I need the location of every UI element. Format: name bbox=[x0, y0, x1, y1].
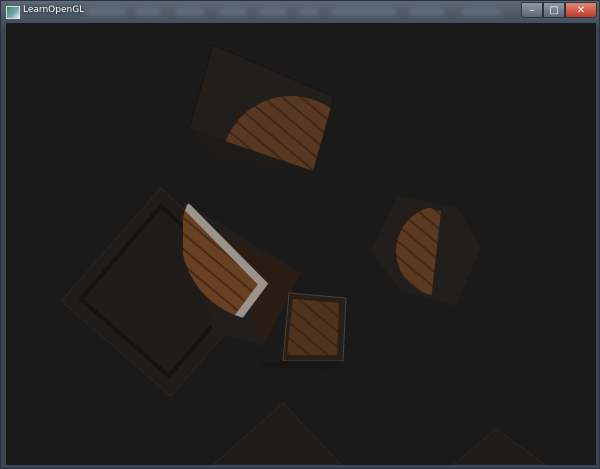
blurred-menu-item bbox=[219, 9, 247, 15]
close-button[interactable]: ✕ bbox=[565, 2, 597, 18]
blurred-menu-item bbox=[331, 9, 396, 15]
opengl-viewport[interactable] bbox=[6, 23, 596, 465]
app-window: LearnOpenGL – □ ✕ bbox=[0, 0, 600, 469]
crate-bottom-right bbox=[452, 428, 547, 465]
maximize-button[interactable]: □ bbox=[543, 2, 565, 18]
blurred-menu-item bbox=[86, 9, 126, 15]
maximize-icon: □ bbox=[549, 5, 559, 16]
crate-bottom-center bbox=[212, 402, 342, 465]
blurred-menu-item bbox=[299, 9, 319, 15]
crate-top bbox=[188, 44, 335, 173]
minimize-button[interactable]: – bbox=[521, 2, 543, 18]
title-bar[interactable]: LearnOpenGL – □ ✕ bbox=[1, 1, 600, 23]
blurred-menu-item bbox=[409, 9, 444, 15]
crate-right bbox=[371, 196, 481, 306]
opengl-app-icon bbox=[6, 6, 20, 19]
close-icon: ✕ bbox=[576, 5, 586, 16]
blurred-menu-item bbox=[136, 9, 161, 15]
blurred-menu-item bbox=[461, 9, 501, 15]
window-title: LearnOpenGL bbox=[23, 5, 85, 15]
blurred-menu-item bbox=[259, 9, 287, 15]
blurred-menu-item bbox=[176, 9, 204, 15]
scene-svg bbox=[60, 44, 547, 465]
minimize-icon: – bbox=[529, 5, 535, 16]
